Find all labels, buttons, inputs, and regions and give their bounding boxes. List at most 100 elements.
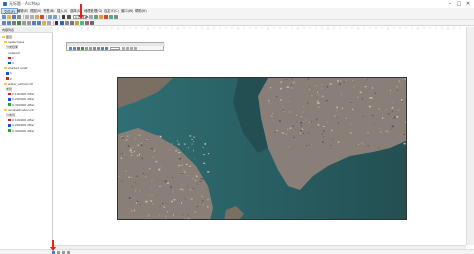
delete-icon[interactable] bbox=[40, 15, 44, 19]
texture-dot bbox=[171, 177, 173, 179]
texture-dot bbox=[275, 96, 278, 98]
minimize-button[interactable]: – bbox=[446, 1, 454, 7]
zoom-in-icon[interactable] bbox=[2, 21, 6, 25]
floating-toolbar-titlebar[interactable] bbox=[67, 43, 165, 46]
find-icon[interactable] bbox=[65, 21, 69, 25]
toc-layer-item[interactable]: 0.100000 After bbox=[8, 92, 34, 96]
pan-icon[interactable] bbox=[12, 21, 16, 25]
vertical-scrollbar[interactable] bbox=[466, 27, 474, 245]
paste-icon[interactable] bbox=[35, 15, 39, 19]
toc-icon[interactable] bbox=[99, 15, 103, 19]
satellite-imagery bbox=[118, 78, 406, 219]
satellite-image[interactable] bbox=[117, 77, 407, 220]
add-data-dropdown-icon[interactable] bbox=[67, 15, 71, 19]
add-data-icon[interactable] bbox=[62, 15, 65, 19]
python-icon[interactable] bbox=[109, 15, 113, 19]
html-popup-icon[interactable] bbox=[80, 21, 84, 25]
zoom-out-icon[interactable] bbox=[7, 21, 11, 25]
clear-selection-icon[interactable] bbox=[47, 21, 51, 25]
toc-layer-item[interactable]: shaded relief bbox=[4, 66, 28, 70]
texture-dot bbox=[159, 214, 160, 216]
toc-layer-item[interactable]: 2 bbox=[8, 61, 14, 65]
refresh-icon[interactable] bbox=[62, 250, 65, 254]
floating-toolbar[interactable] bbox=[66, 42, 165, 51]
zoom-out-icon[interactable] bbox=[73, 47, 76, 50]
fixed-zoom-in-icon[interactable] bbox=[22, 21, 26, 25]
texture-dot bbox=[137, 144, 139, 147]
zoom-in-icon[interactable] bbox=[69, 47, 72, 50]
close-button[interactable]: ✕ bbox=[464, 1, 472, 7]
toc-layer-item[interactable]: 0.300000 After bbox=[8, 129, 34, 133]
texture-dot bbox=[131, 177, 133, 178]
focus-frame-icon[interactable] bbox=[126, 47, 129, 50]
toc-layer-item[interactable]: 类别 bbox=[6, 87, 12, 91]
toc-layer-item[interactable]: 0.200000 After bbox=[8, 123, 34, 127]
texture-dot bbox=[401, 100, 403, 102]
measure-icon[interactable] bbox=[70, 21, 74, 25]
toc-layer-item[interactable]: rasterclass bbox=[4, 40, 24, 44]
undo-icon[interactable] bbox=[48, 15, 52, 19]
toc-layer-item[interactable]: 0.200000 After bbox=[8, 97, 34, 101]
toc-layer-item[interactable]: reclassifcation.tif bbox=[4, 108, 34, 112]
layout-view-icon[interactable] bbox=[57, 250, 60, 254]
change-layout-icon[interactable] bbox=[130, 47, 133, 50]
full-extent-icon[interactable] bbox=[17, 21, 21, 25]
zoom-100-icon[interactable] bbox=[89, 47, 92, 50]
toc-layer-item[interactable]: 1 bbox=[6, 71, 12, 75]
toc-layer-item[interactable]: network bbox=[8, 51, 20, 55]
fixed-zoom-out-icon[interactable] bbox=[97, 47, 100, 50]
time-slider-icon[interactable] bbox=[85, 21, 89, 25]
save-icon[interactable] bbox=[12, 15, 16, 19]
redo-icon[interactable] bbox=[53, 15, 57, 19]
identify-icon[interactable] bbox=[60, 21, 64, 25]
next-extent-icon[interactable] bbox=[105, 47, 108, 50]
fixed-zoom-in-icon[interactable] bbox=[93, 47, 96, 50]
select-features-icon[interactable] bbox=[42, 21, 46, 25]
toc-layer-label: shaded relief bbox=[8, 66, 28, 71]
texture-dot bbox=[187, 197, 189, 198]
texture-dot bbox=[302, 111, 304, 113]
select-elements-icon[interactable] bbox=[55, 21, 58, 25]
toc-layer-item[interactable]: 分类结果 bbox=[6, 45, 18, 49]
texture-dot bbox=[400, 99, 403, 101]
create-viewer-icon[interactable] bbox=[90, 21, 94, 25]
toc-layer-item[interactable]: 分类值 bbox=[6, 113, 15, 117]
zoom-whole-page-icon[interactable] bbox=[85, 47, 88, 50]
hyperlink-icon[interactable] bbox=[75, 21, 79, 25]
previous-extent-icon[interactable] bbox=[101, 47, 104, 50]
toc-layer-item[interactable]: 0.300000 After bbox=[8, 103, 34, 107]
catalog-icon[interactable] bbox=[94, 15, 98, 19]
texture-dot bbox=[148, 168, 151, 170]
texture-dot bbox=[300, 136, 302, 137]
open-folder-icon[interactable] bbox=[7, 15, 11, 19]
data-driven-pages-icon[interactable] bbox=[134, 47, 137, 50]
toc-layer-item[interactable]: water_extract.tif bbox=[4, 82, 33, 86]
toc-layer-item[interactable]: 1 bbox=[8, 56, 14, 60]
arctoolbox-icon[interactable] bbox=[104, 15, 108, 19]
toc-layer-item[interactable]: 2 bbox=[6, 77, 12, 81]
pause-drawing-icon[interactable] bbox=[67, 250, 70, 254]
texture-dot bbox=[192, 177, 194, 180]
modelbuilder-icon[interactable] bbox=[114, 15, 118, 19]
toc-layer-item[interactable]: 图层 bbox=[2, 35, 12, 39]
texture-dot bbox=[128, 197, 131, 199]
cut-icon[interactable] bbox=[25, 15, 29, 19]
new-document-icon[interactable] bbox=[2, 15, 6, 19]
texture-dot bbox=[332, 138, 334, 140]
texture-dot bbox=[323, 126, 325, 127]
toc-layer-item[interactable]: 0.100000 After bbox=[8, 118, 34, 122]
texture-dot bbox=[317, 91, 319, 93]
maximize-button[interactable]: □ bbox=[455, 1, 463, 7]
copy-icon[interactable] bbox=[30, 15, 34, 19]
texture-dot bbox=[305, 119, 307, 121]
previous-extent-icon[interactable] bbox=[32, 21, 36, 25]
print-icon[interactable] bbox=[17, 15, 21, 19]
toggle-draft-icon[interactable] bbox=[122, 47, 125, 50]
next-extent-icon[interactable] bbox=[37, 21, 41, 25]
pan-icon[interactable] bbox=[77, 47, 80, 50]
full-extent-icon[interactable] bbox=[81, 47, 84, 50]
fixed-zoom-out-icon[interactable] bbox=[27, 21, 31, 25]
zoom-percent-input[interactable] bbox=[110, 47, 120, 50]
editor-icon[interactable] bbox=[89, 15, 93, 19]
texture-dot bbox=[378, 108, 380, 110]
